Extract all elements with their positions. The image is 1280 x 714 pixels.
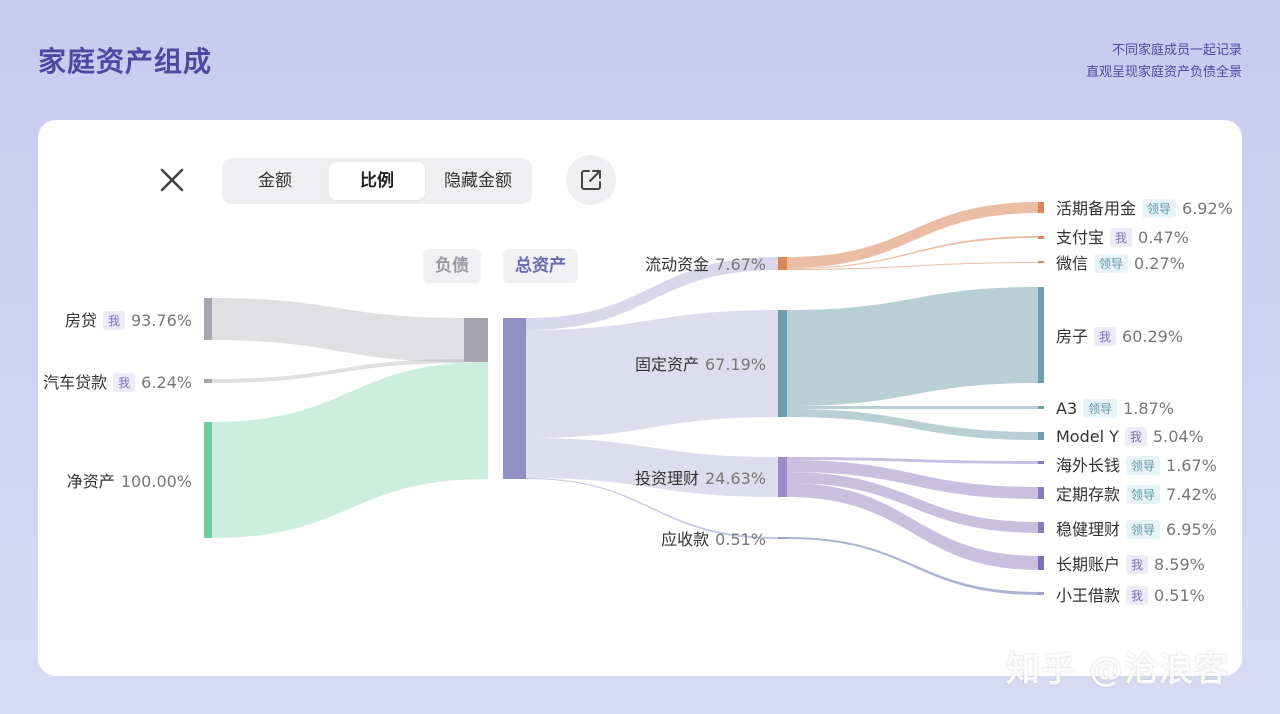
category-label-3[interactable]: 应收款 0.51% [661, 530, 766, 549]
node-liabilities [464, 318, 488, 362]
item-label-5[interactable]: Model Y 我 5.04% [1056, 427, 1204, 446]
label-percent: 1.87% [1123, 399, 1174, 418]
label-name: 微信 [1056, 254, 1088, 273]
node-item [1038, 487, 1044, 499]
left-label-mortgage[interactable]: 房贷我 93.76% [65, 311, 192, 330]
node-item [1038, 287, 1044, 383]
label-percent: 0.27% [1134, 254, 1185, 273]
label-percent: 6.95% [1166, 520, 1217, 539]
label-percent: 67.19% [705, 355, 766, 374]
label-percent: 0.47% [1138, 228, 1189, 247]
label-percent: 6.24% [141, 373, 192, 392]
owner-tag: 领导 [1088, 402, 1112, 416]
owner-tag: 我 [1099, 330, 1111, 344]
node-receivable [778, 537, 787, 539]
left-label-car-loan[interactable]: 汽车贷款我 6.24% [43, 373, 192, 392]
node-liquid [778, 257, 787, 270]
label-percent: 0.51% [1154, 586, 1205, 605]
node-total-assets [503, 318, 526, 479]
owner-tag: 我 [1115, 231, 1127, 245]
label-percent: 24.63% [705, 469, 766, 488]
node-car-loan [204, 379, 212, 383]
label-name: 固定资产 [635, 355, 699, 374]
node-item [1038, 556, 1044, 570]
label-percent: 60.29% [1122, 327, 1183, 346]
label-name: 应收款 [661, 530, 709, 549]
label-name: 房子 [1056, 327, 1088, 346]
label-name: 定期存款 [1056, 485, 1120, 504]
owner-tag: 我 [1131, 589, 1143, 603]
label-percent: 1.67% [1166, 456, 1217, 475]
node-item [1038, 522, 1044, 533]
owner-tag: 领导 [1099, 257, 1123, 271]
label-percent: 5.04% [1153, 427, 1204, 446]
node-fixed [778, 310, 787, 417]
link-liquid-cash [787, 202, 1040, 268]
owner-tag: 我 [118, 376, 130, 390]
node-mortgage [204, 298, 212, 340]
label-name: 海外长钱 [1056, 456, 1120, 475]
label-name: 投资理财 [635, 469, 699, 488]
label-name: 小王借款 [1056, 586, 1120, 605]
label-name: 支付宝 [1056, 228, 1104, 247]
label-name: 汽车贷款 [43, 373, 107, 392]
item-label-7[interactable]: 定期存款 领导 7.42% [1056, 485, 1217, 504]
link-networth-total [212, 362, 488, 538]
node-net-worth [204, 422, 212, 538]
label-name: 稳健理财 [1056, 520, 1120, 539]
label-name: 流动资金 [645, 255, 709, 274]
node-item [1038, 432, 1044, 440]
node-invest [778, 457, 787, 497]
node-item [1038, 236, 1044, 239]
link-fixed-modely [787, 409, 1040, 440]
node-item [1038, 202, 1044, 213]
link-total-fixed [526, 310, 778, 438]
owner-tag: 领导 [1131, 488, 1155, 502]
label-percent: 6.92% [1182, 199, 1233, 218]
item-label-3[interactable]: 房子我 60.29% [1056, 327, 1183, 346]
watermark: 知乎 @沧浪客 [1006, 650, 1229, 690]
item-label-8[interactable]: 稳健理财 领导 6.95% [1056, 520, 1217, 539]
label-name: Model Y [1056, 427, 1119, 446]
label-percent: 93.76% [131, 311, 192, 330]
owner-tag: 领导 [1131, 459, 1155, 473]
owner-tag: 领导 [1147, 202, 1171, 216]
node-item [1038, 592, 1044, 595]
label-percent: 8.59% [1154, 555, 1205, 574]
label-percent: 0.51% [715, 530, 766, 549]
item-label-2[interactable]: 微信 领导 0.27% [1056, 254, 1185, 273]
node-item [1038, 261, 1044, 263]
link-fixed-a3 [787, 406, 1040, 409]
left-label-net-worth[interactable]: 净资产 100.00% [67, 472, 192, 491]
label-percent: 7.42% [1166, 485, 1217, 504]
label-percent: 7.67% [715, 255, 766, 274]
owner-tag: 我 [1130, 430, 1142, 444]
label-name: 活期备用金 [1056, 199, 1136, 218]
label-name: 房贷 [65, 311, 97, 330]
owner-tag: 领导 [1131, 523, 1155, 537]
item-label-9[interactable]: 长期账户我 8.59% [1056, 555, 1205, 574]
item-label-10[interactable]: 小王借款我 0.51% [1056, 586, 1205, 605]
owner-tag: 我 [108, 314, 120, 328]
item-label-4[interactable]: A3 领导 1.87% [1056, 399, 1174, 418]
label-name: 净资产 [67, 472, 115, 491]
label-name: 长期账户 [1056, 555, 1120, 574]
item-label-1[interactable]: 支付宝我 0.47% [1056, 228, 1189, 247]
sankey-chart: 房贷我 93.76%汽车贷款我 6.24%净资产 100.00%流动资金 7.67%固定… [43, 199, 1233, 605]
link-total-invest [526, 438, 778, 497]
item-label-0[interactable]: 活期备用金 领导 6.92% [1056, 199, 1233, 218]
node-item [1038, 461, 1044, 464]
category-label-0[interactable]: 流动资金 7.67% [645, 255, 766, 274]
link-mortgage-liabilities [212, 298, 464, 362]
link-fixed-house [787, 287, 1040, 406]
item-label-6[interactable]: 海外长钱 领导 1.67% [1056, 456, 1217, 475]
owner-tag: 我 [1131, 558, 1143, 572]
label-name: A3 [1056, 399, 1077, 418]
label-percent: 100.00% [121, 472, 192, 491]
node-item [1038, 406, 1044, 409]
